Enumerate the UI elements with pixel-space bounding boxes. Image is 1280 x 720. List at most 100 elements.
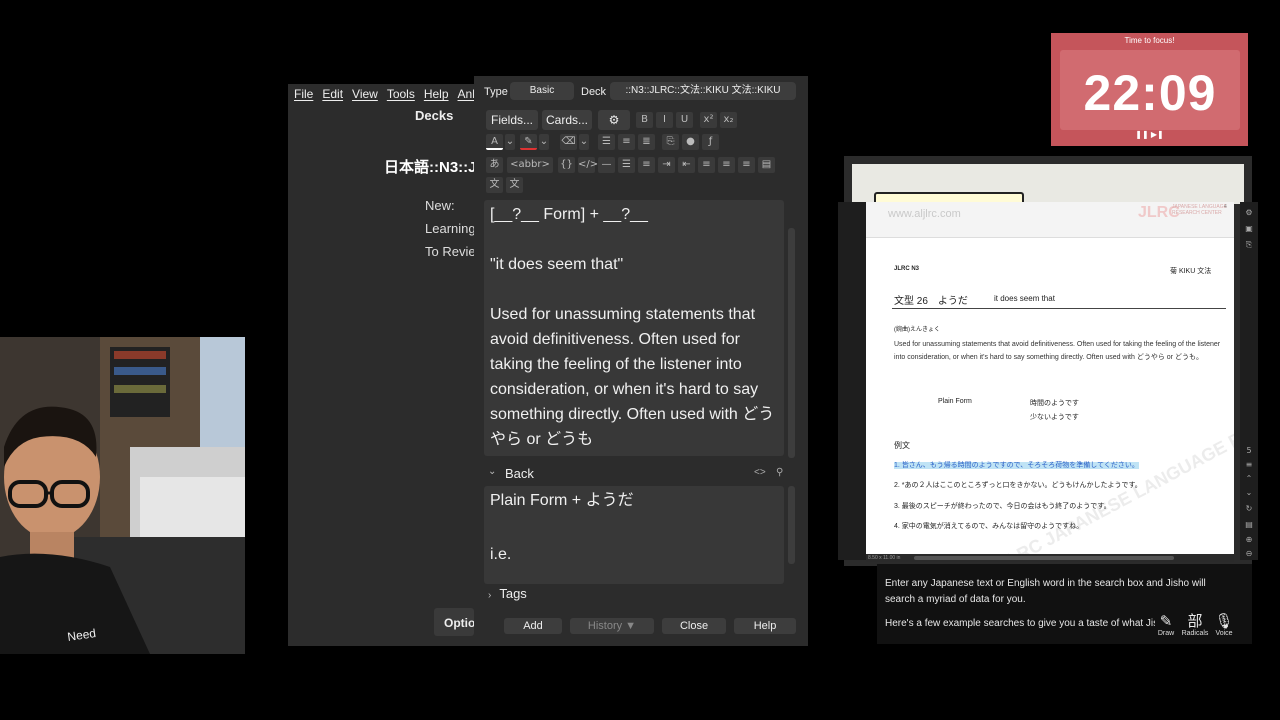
furigana-icon[interactable]: 文: [486, 177, 503, 193]
pdf-page-number: 4: [1224, 204, 1227, 210]
timer-controls[interactable]: ❚❚ ▶❚: [1051, 130, 1248, 139]
settings-icon[interactable]: ⚙: [1244, 208, 1254, 218]
timer-value: 22:09: [1083, 65, 1217, 121]
rotate-icon[interactable]: ↻: [1244, 504, 1254, 514]
draw-label: Draw: [1157, 630, 1175, 637]
superscript-icon[interactable]: x²: [700, 112, 717, 128]
example-sentence: 3. 最後のスピーチが終わったので、今日の会はもう終了のようです。: [894, 503, 1111, 510]
tags-label: Tags: [499, 586, 527, 601]
chevron-down-icon[interactable]: ⌄: [539, 134, 549, 150]
chevron-down-icon[interactable]: ⌄: [1244, 488, 1254, 498]
example-sentence: 2. *あの２人はここのところずっと口をきかない。どうもけんかしたようです。: [894, 482, 1142, 489]
close-button[interactable]: Close: [662, 618, 726, 634]
ruby-icon[interactable]: あ: [486, 157, 503, 173]
pdf-horizontal-scrollbar[interactable]: 8.50 x 11.00 in: [866, 554, 1234, 562]
numbered-list-icon[interactable]: ≡: [618, 134, 635, 150]
example-sentence: 4. 家中の電気が消えてるので、みんなは留守のようですね。: [894, 523, 1084, 530]
italic-icon[interactable]: I: [656, 112, 673, 128]
menu-help[interactable]: Help: [424, 87, 449, 101]
front-field-editor[interactable]: [__?__ Form] + __?__ "it does seem that"…: [484, 200, 784, 456]
front-line: [484, 227, 784, 252]
zoom-in-icon[interactable]: ⊕: [1244, 535, 1254, 545]
menu-file[interactable]: File: [294, 87, 313, 101]
bold-icon[interactable]: B: [636, 112, 653, 128]
chevron-up-icon[interactable]: ⌃: [1244, 474, 1254, 484]
align-left-icon[interactable]: ≡: [718, 157, 735, 173]
front-line: [484, 277, 784, 302]
type-label: Type: [484, 86, 508, 98]
deck-select-button[interactable]: ::N3::JLRC::文法::KIKU 文法::KIKU: [610, 82, 796, 100]
front-line: "it does seem that": [490, 256, 624, 273]
text-color-icon[interactable]: A: [486, 134, 503, 150]
help-button[interactable]: Help: [734, 618, 796, 634]
underline-icon[interactable]: U: [676, 112, 693, 128]
front-scrollbar[interactable]: [788, 228, 795, 458]
align-right-icon[interactable]: ≡: [738, 157, 755, 173]
align-icon[interactable]: ≣: [638, 134, 655, 150]
microphone-icon: 🎙: [1214, 612, 1234, 630]
voice-tool[interactable]: 🎙 Voice: [1209, 612, 1239, 637]
abbr-button[interactable]: <abbr>: [507, 157, 553, 173]
pin-icon[interactable]: ⚲: [776, 467, 783, 478]
pattern-title: 文型 26 ようだ: [894, 296, 968, 307]
html-toggle-icon[interactable]: <>: [754, 467, 766, 478]
menu-view[interactable]: View: [352, 87, 378, 101]
highlighted-sentence: 1. 皆さん、もう帰る時間のようですので、そろそろ荷物を準備してください。: [894, 462, 1139, 469]
justify-icon[interactable]: ▤: [758, 157, 775, 173]
back-field-editor[interactable]: Plain Form + ようだ i.e.: [484, 486, 784, 584]
pencil-icon: ✎: [1159, 612, 1173, 630]
pdf-page-size: 8.50 x 11.00 in: [868, 555, 901, 561]
radicals-label: Radicals: [1181, 630, 1209, 637]
fields-button[interactable]: Fields...: [486, 110, 538, 130]
decks-title[interactable]: Decks: [415, 108, 453, 123]
eraser-icon[interactable]: ⌫: [560, 134, 577, 150]
subscript-icon[interactable]: x₂: [720, 112, 737, 128]
deck-name: 日本語::N3::JL: [384, 159, 486, 176]
radicals-tool[interactable]: 部 Radicals: [1180, 612, 1210, 637]
cards-button[interactable]: Cards...: [542, 110, 592, 130]
menu-edit[interactable]: Edit: [322, 87, 343, 101]
draw-tool[interactable]: ✎ Draw: [1151, 612, 1181, 637]
ordered-list-icon[interactable]: ≡: [638, 157, 655, 173]
function-icon[interactable]: ƒ: [702, 134, 719, 150]
code-icon[interactable]: </>: [578, 157, 598, 173]
copy-icon[interactable]: ⎘: [1244, 240, 1254, 250]
horizontal-rule-icon[interactable]: —: [598, 157, 615, 173]
menu-icon[interactable]: ≡: [1244, 460, 1254, 470]
history-button[interactable]: History ▼: [570, 618, 654, 634]
chevron-right-icon[interactable]: ›: [488, 590, 491, 601]
options-button[interactable]: Option: [434, 608, 474, 636]
back-scrollbar[interactable]: [788, 486, 795, 564]
back-label: Back: [505, 466, 534, 481]
outdent-icon[interactable]: ⇤: [678, 157, 695, 173]
gear-icon[interactable]: ⚙: [598, 110, 630, 130]
add-button[interactable]: Add: [504, 618, 562, 634]
chevron-down-icon[interactable]: ⌄: [488, 466, 496, 477]
scrollbar-thumb[interactable]: [914, 556, 1174, 560]
stat-new-label: New:: [425, 198, 455, 213]
pdf-site-url: www.aljlrc.com: [888, 208, 961, 220]
deck-label: Deck: [581, 86, 607, 98]
anki-menubar: File Edit View Tools Help Anki: [288, 84, 488, 104]
page-number-icon[interactable]: 5: [1244, 446, 1254, 456]
braces-icon[interactable]: {}: [558, 157, 575, 173]
align-center-icon[interactable]: ≡: [698, 157, 715, 173]
timer-label: Time to focus!: [1124, 36, 1175, 45]
bookmark-icon[interactable]: ▣: [1244, 224, 1254, 234]
kanji-icon[interactable]: 文: [506, 177, 523, 193]
indent-icon[interactable]: ⇥: [658, 157, 675, 173]
attach-icon[interactable]: ⎘: [662, 134, 679, 150]
zoom-out-icon[interactable]: ⊖: [1244, 549, 1254, 559]
note-type-button[interactable]: Basic: [510, 82, 574, 100]
record-icon[interactable]: ●: [682, 134, 699, 150]
back-field-header[interactable]: ⌄ Back <> ⚲: [488, 464, 788, 484]
chevron-down-icon[interactable]: ⌄: [505, 134, 515, 150]
tags-row[interactable]: › Tags: [488, 586, 527, 606]
list-icon[interactable]: ☰: [618, 157, 635, 173]
examples-title: 例文: [894, 441, 910, 450]
document-icon[interactable]: ▤: [1244, 520, 1254, 530]
chevron-down-icon[interactable]: ⌄: [579, 134, 589, 150]
highlight-icon[interactable]: ✎: [520, 134, 537, 150]
bullet-list-icon[interactable]: ☰: [598, 134, 615, 150]
menu-tools[interactable]: Tools: [387, 87, 415, 101]
